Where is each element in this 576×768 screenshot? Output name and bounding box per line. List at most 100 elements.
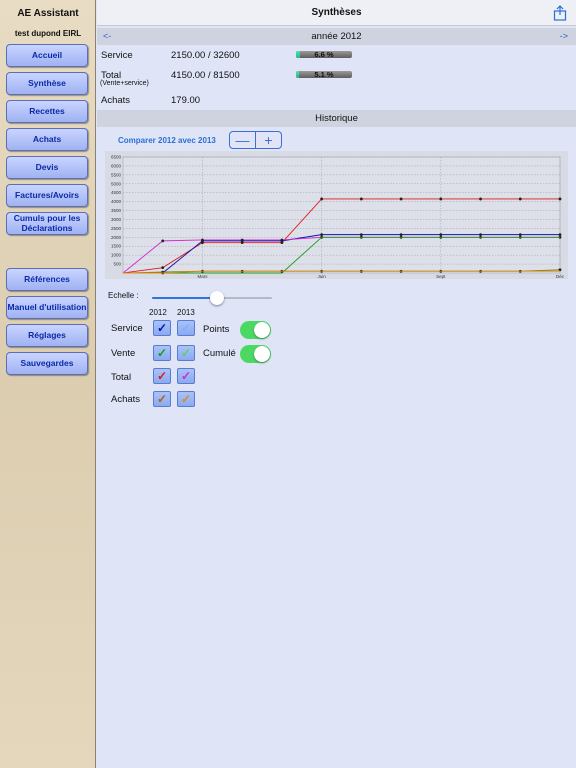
nav-sauvegardes-button[interactable]: Sauvegardes [6, 352, 88, 375]
check-icon: ✓ [156, 392, 168, 406]
y-tick-label: 1500 [111, 244, 122, 249]
nav-references-button[interactable]: Références [6, 268, 88, 291]
y-tick-label: 5500 [111, 172, 122, 177]
nav-recettes-button[interactable]: Recettes [6, 100, 88, 123]
total-sublabel: (Vente+service) [100, 80, 149, 87]
check-icon: ✓ [180, 321, 192, 335]
check-icon: ✓ [156, 346, 168, 360]
points-label: Points [203, 324, 230, 335]
y-tick-label: 5000 [111, 181, 122, 186]
x-tick-label: Juin [318, 274, 327, 279]
x-tick-label: Déc [556, 274, 565, 279]
legend-service-label: Service [111, 323, 143, 334]
year-stepper: — + [229, 131, 282, 149]
data-point [518, 197, 522, 201]
chart-plot-area [122, 156, 561, 274]
x-tick-label: Sept [436, 274, 446, 279]
y-tick-label: 2500 [111, 226, 122, 231]
y-tick-label: 2000 [111, 235, 122, 240]
data-point [439, 233, 443, 237]
check-icon: ✓ [180, 392, 192, 406]
data-point [558, 197, 562, 201]
nav-synthese-button[interactable]: Synthèse [6, 72, 88, 95]
historique-header: Historique [97, 110, 576, 127]
legend-total-label: Total [111, 372, 132, 383]
app-title: AE Assistant [17, 8, 79, 19]
echelle-slider[interactable] [152, 291, 272, 305]
legend-vente-label: Vente [111, 348, 136, 359]
plus-button[interactable]: + [255, 132, 281, 148]
compare-label: Comparer 2012 avec 2013 [118, 136, 216, 145]
data-point [479, 233, 482, 237]
x-tick-label: Mars [197, 274, 208, 279]
data-point [161, 239, 165, 243]
top-bar: Synthèses [97, 0, 576, 26]
data-point [161, 266, 165, 270]
echelle-label: Echelle : [108, 291, 139, 300]
nav-reglages-button[interactable]: Réglages [6, 324, 88, 347]
vente-2013-checkbox[interactable]: ✓ [177, 345, 195, 361]
legend-achats-label: Achats [111, 394, 141, 405]
achats-label: Achats [101, 95, 131, 106]
nav-cumuls-button[interactable]: Cumuls pour les Déclarations [6, 212, 88, 235]
points-toggle[interactable] [240, 321, 271, 339]
total-2013-checkbox[interactable]: ✓ [177, 368, 195, 384]
data-point [280, 238, 284, 242]
data-point [201, 238, 204, 242]
service-percent: 6.6 % [314, 50, 334, 59]
company-name: test dupond EIRL [14, 29, 82, 38]
main-panel: Synthèses <- année 2012 -> Service 2150.… [97, 0, 576, 768]
y-tick-label: 4000 [111, 199, 122, 204]
year-label: année 2012 [311, 31, 362, 42]
achats-value: 179.00 [171, 95, 201, 106]
column-2012: 2012 [149, 308, 167, 317]
next-year-button[interactable]: -> [560, 31, 568, 41]
cumule-label: Cumulé [203, 348, 236, 359]
data-point [359, 197, 363, 201]
achats-2012-checkbox[interactable]: ✓ [153, 391, 171, 407]
achats-2013-checkbox[interactable]: ✓ [177, 391, 195, 407]
nav-achats-button[interactable]: Achats [6, 128, 88, 151]
history-chart: 6500 6000 5500 5000 4500 4000 3500 3000 2500 2000… [105, 151, 568, 279]
service-2012-checkbox[interactable]: ✓ [153, 320, 171, 336]
data-point [479, 197, 482, 201]
vente-2012-checkbox[interactable]: ✓ [153, 345, 171, 361]
check-icon: ✓ [156, 369, 168, 383]
service-2013-checkbox[interactable]: ✓ [177, 320, 195, 336]
page-title: Synthèses [311, 7, 362, 18]
data-point [399, 233, 403, 237]
share-icon[interactable] [553, 5, 567, 21]
check-icon: ✓ [180, 369, 192, 383]
data-point [240, 238, 244, 242]
y-tick-label: 500 [113, 262, 121, 267]
nav-devis-button[interactable]: Devis [6, 156, 88, 179]
y-tick-label: 6500 [111, 155, 122, 160]
nav-manuel-button[interactable]: Manuel d'utilisation [6, 296, 88, 319]
y-tick-label: 3500 [111, 208, 122, 213]
total-value: 4150.00 / 81500 [171, 70, 240, 81]
y-tick-label: 6000 [111, 163, 122, 168]
check-icon: ✓ [156, 321, 168, 335]
nav-factures-button[interactable]: Factures/Avoirs [6, 184, 88, 207]
y-tick-label: 1000 [111, 253, 122, 258]
nav-accueil-button[interactable]: Accueil [6, 44, 88, 67]
year-navigation: <- année 2012 -> [97, 28, 576, 45]
slider-knob[interactable] [210, 291, 225, 305]
cumule-toggle[interactable] [240, 345, 271, 363]
service-label: Service [101, 50, 133, 61]
data-point [439, 197, 443, 201]
y-tick-label: 3000 [111, 217, 122, 222]
y-tick-label: 4500 [111, 190, 122, 195]
historique-title: Historique [315, 113, 358, 124]
column-2013: 2013 [177, 308, 195, 317]
total-percent: 5.1 % [314, 70, 334, 79]
total-2012-checkbox[interactable]: ✓ [153, 368, 171, 384]
data-point [359, 233, 363, 237]
data-point [320, 197, 324, 201]
minus-button[interactable]: — [230, 132, 255, 148]
data-point [558, 233, 562, 237]
data-point [399, 197, 403, 201]
data-point [518, 233, 522, 237]
service-value: 2150.00 / 32600 [171, 50, 240, 61]
sidebar: AE Assistant test dupond EIRL Accueil Sy… [0, 0, 96, 768]
